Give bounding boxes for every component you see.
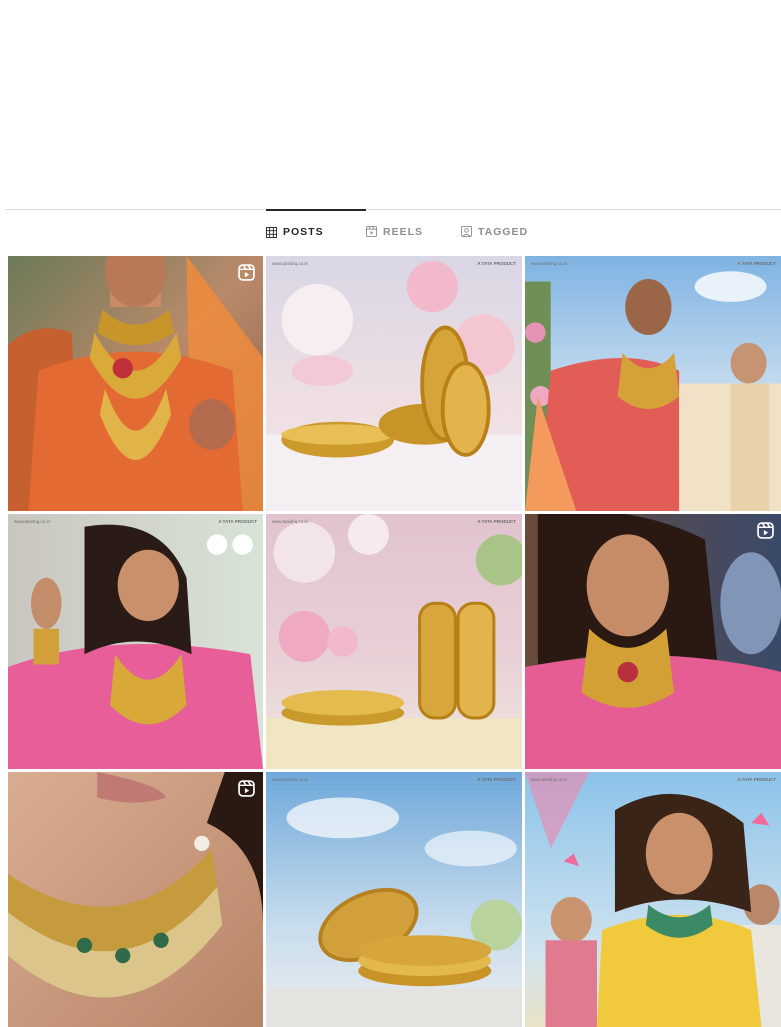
tab-tagged[interactable]: TAGGED <box>461 209 561 253</box>
post-brand-url: www.tanishq.co.in <box>272 261 309 266</box>
post-thumbnail[interactable]: www.tanishq.co.in A TATA PRODUCT <box>266 772 522 1027</box>
tagged-icon <box>461 226 472 237</box>
tab-reels[interactable]: REELS <box>366 209 461 253</box>
post-image <box>525 514 781 769</box>
tab-tagged-label: TAGGED <box>478 225 529 238</box>
post-brand-tag: A TATA PRODUCT <box>737 777 776 782</box>
post-image <box>8 514 263 769</box>
tab-posts-label: POSTS <box>283 226 324 238</box>
post-thumbnail[interactable] <box>525 514 781 769</box>
post-brand-url: www.tanishq.co.in <box>531 261 568 266</box>
post-image <box>266 772 522 1027</box>
post-image <box>8 772 263 1027</box>
post-image <box>8 256 263 511</box>
tab-reels-label: REELS <box>383 225 424 238</box>
post-thumbnail[interactable] <box>8 256 263 511</box>
post-thumbnail[interactable] <box>8 772 263 1027</box>
profile-header-space <box>0 0 781 209</box>
grid-icon <box>266 226 277 238</box>
post-image <box>266 256 522 511</box>
post-image <box>525 772 781 1027</box>
reel-icon <box>238 264 255 281</box>
post-brand-url: www.tanishq.co.in <box>14 519 51 524</box>
post-brand-tag: A TATA PRODUCT <box>477 777 516 782</box>
post-brand-url: www.tanishq.co.in <box>272 519 309 524</box>
post-brand-tag: A TATA PRODUCT <box>477 261 516 266</box>
post-brand-tag: A TATA PRODUCT <box>477 519 516 524</box>
post-thumbnail[interactable]: www.tanishq.co.in A TATA PRODUCT <box>266 256 522 511</box>
post-image <box>525 256 781 511</box>
reel-icon <box>238 780 255 797</box>
post-thumbnail[interactable]: www.tanishq.co.in A TATA PRODUCT <box>266 514 522 769</box>
reel-icon <box>757 522 774 539</box>
post-brand-url: www.tanishq.co.in <box>272 777 309 782</box>
post-thumbnail[interactable]: www.tanishq.co.in A TATA PRODUCT <box>525 256 781 511</box>
post-brand-tag: A TATA PRODUCT <box>218 519 257 524</box>
post-brand-url: www.tanishq.co.in <box>531 777 568 782</box>
post-image <box>266 514 522 769</box>
reels-icon <box>366 226 377 237</box>
post-thumbnail[interactable]: www.tanishq.co.in A TATA PRODUCT <box>525 772 781 1027</box>
tab-posts[interactable]: POSTS <box>266 209 366 253</box>
post-thumbnail[interactable]: www.tanishq.co.in A TATA PRODUCT <box>8 514 263 769</box>
profile-tabs: POSTS REELS TAGGED <box>266 209 561 254</box>
post-brand-tag: A TATA PRODUCT <box>737 261 776 266</box>
posts-grid: www.tanishq.co.in A TATA PRODUCT www.tan… <box>8 256 781 1027</box>
